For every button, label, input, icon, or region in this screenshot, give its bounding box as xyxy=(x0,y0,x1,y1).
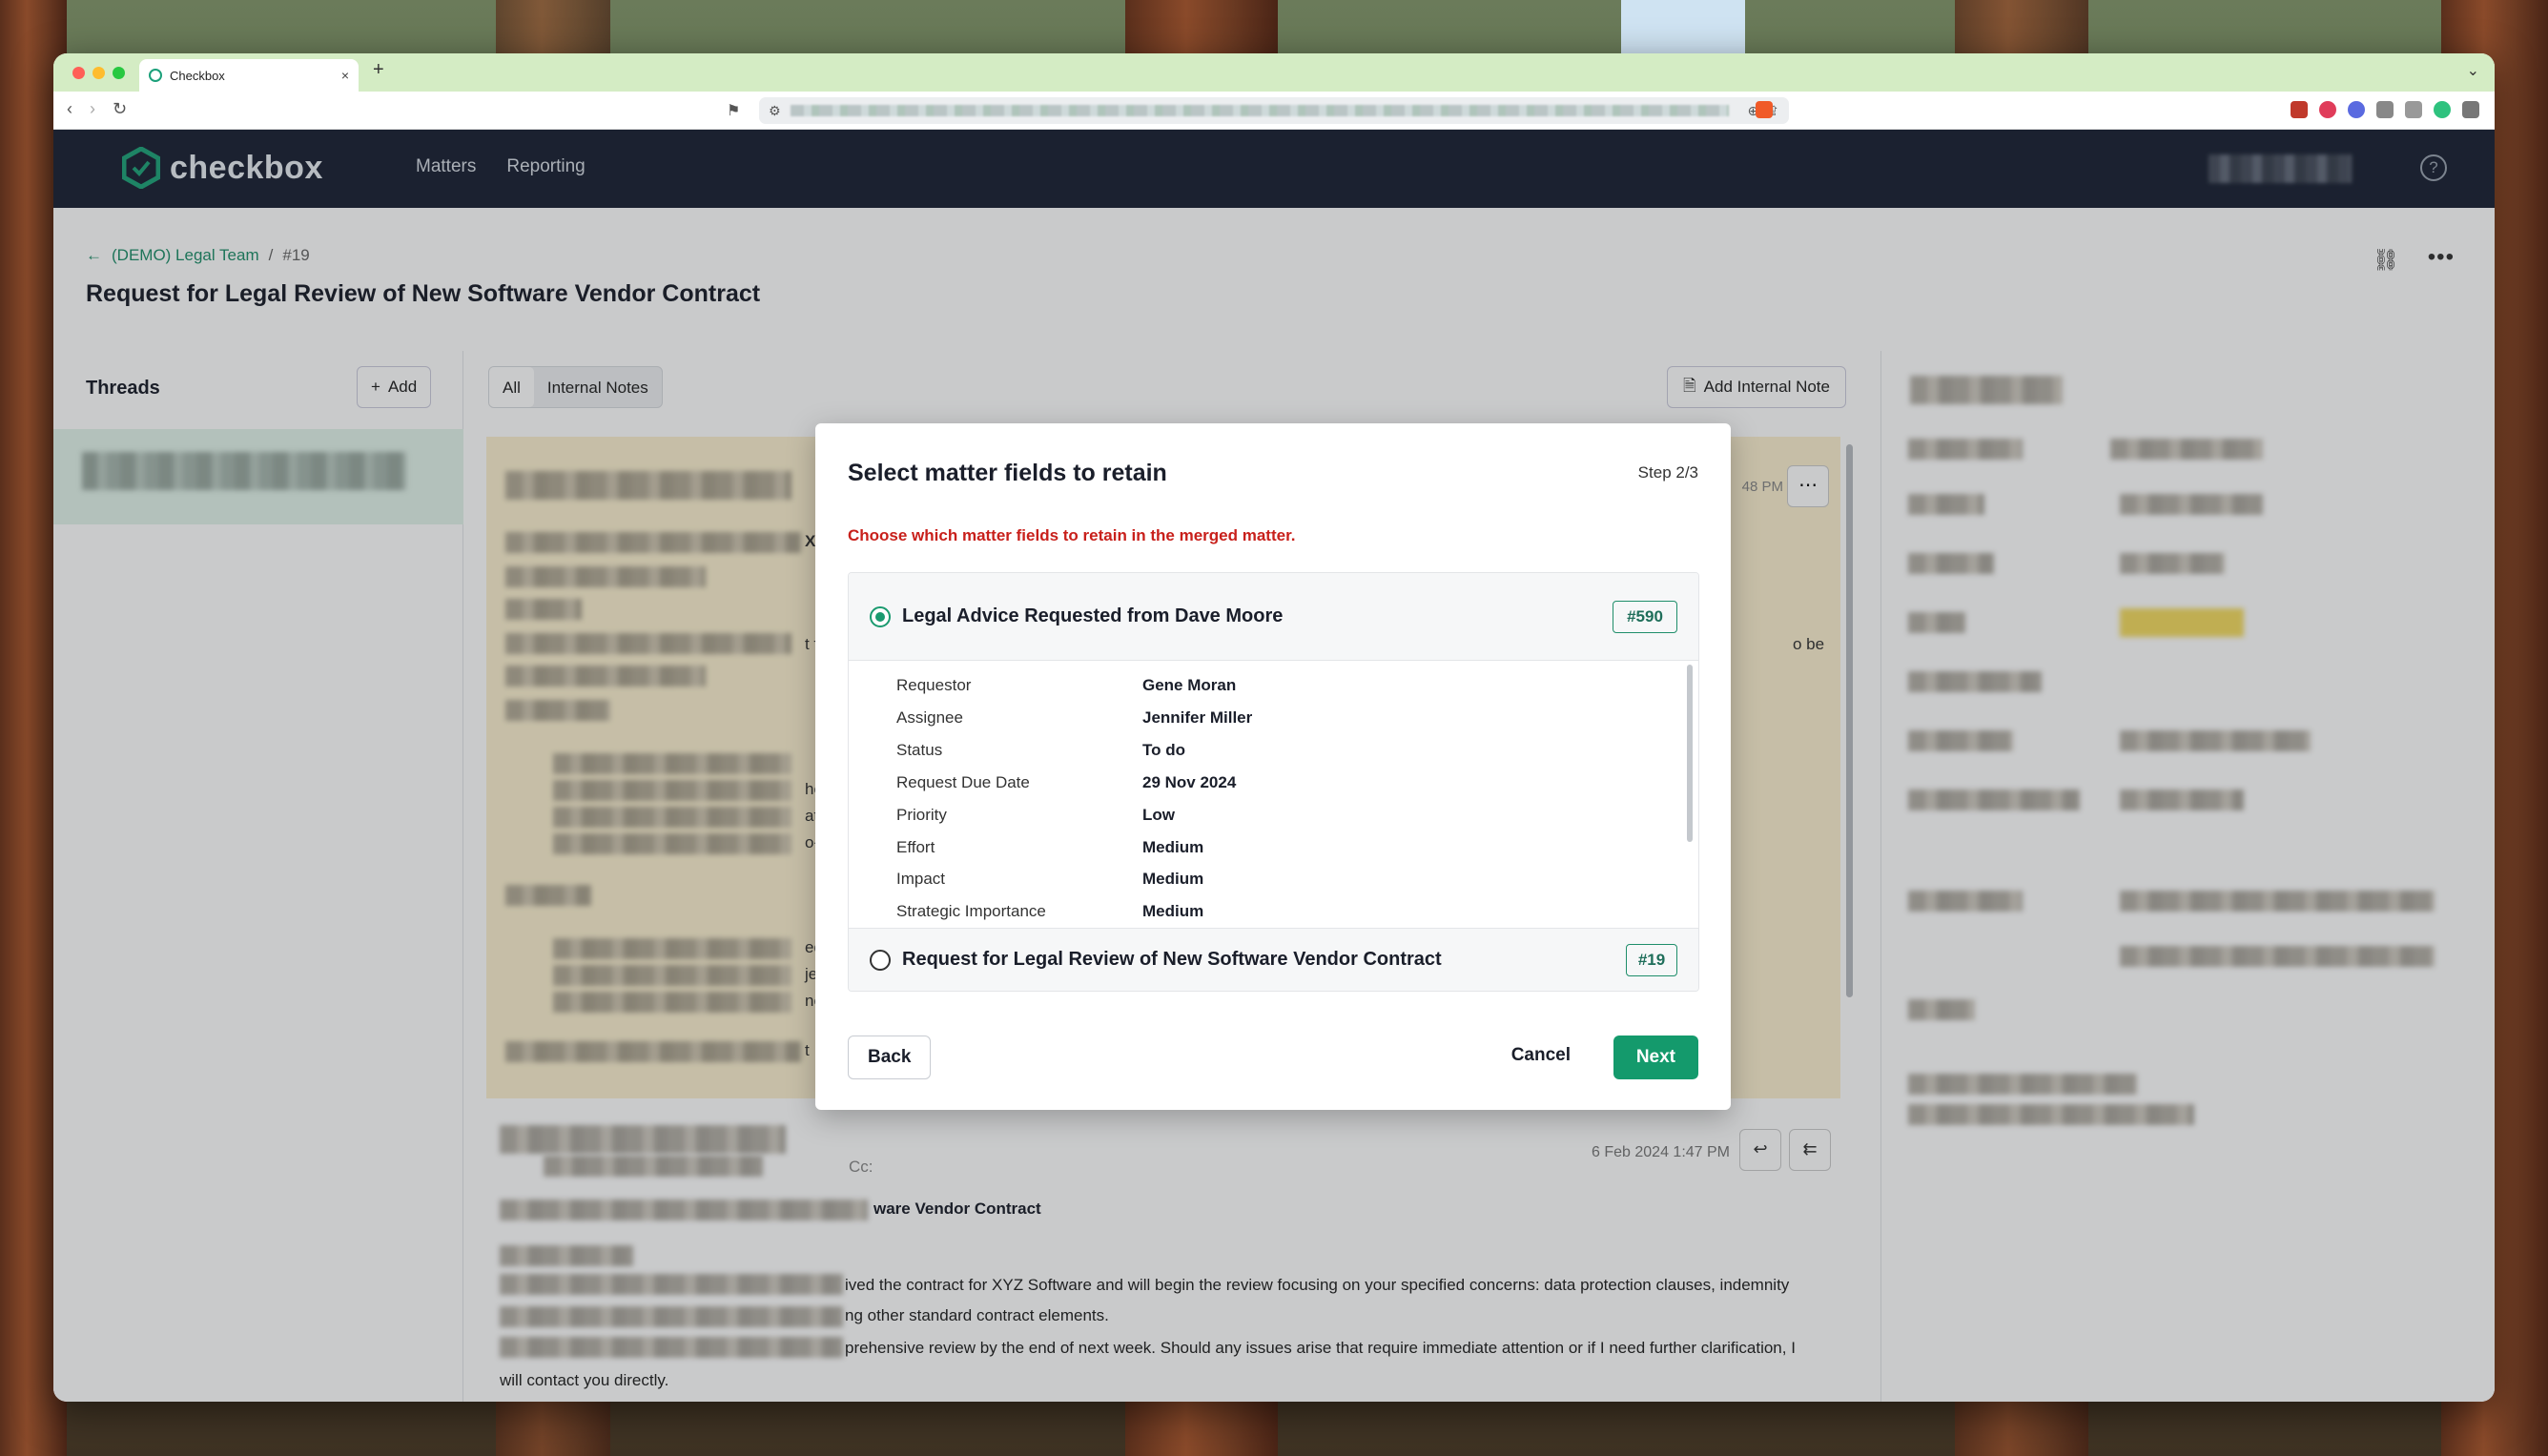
field-value: Medium xyxy=(1142,902,1204,920)
matter-badge: #590 xyxy=(1613,601,1677,633)
extension-badge-icon[interactable] xyxy=(2291,101,2308,118)
field-key: Effort xyxy=(896,838,935,856)
cancel-button[interactable]: Cancel xyxy=(1511,1045,1571,1066)
url-field[interactable]: ⚙ ⊕ ⇪ xyxy=(759,97,1789,124)
field-row: Strategic Importance Medium xyxy=(896,902,1203,928)
field-row: Requestor Gene Moran xyxy=(896,676,1236,708)
radio-option-590[interactable] xyxy=(870,606,891,627)
back-arrow-icon[interactable]: ‹ xyxy=(67,99,72,119)
modal-step-indicator: Step 2/3 xyxy=(1637,463,1698,482)
url-text-redacted xyxy=(790,105,1729,116)
matter-field-list[interactable]: Requestor Gene Moran Assignee Jennifer Mil… xyxy=(849,661,1698,928)
tab-close-icon[interactable]: × xyxy=(341,68,349,83)
field-row: Request Due Date 29 Nov 2024 xyxy=(896,773,1236,806)
field-value: Medium xyxy=(1142,870,1204,888)
field-value: 29 Nov 2024 xyxy=(1142,773,1237,791)
reload-icon[interactable]: ↻ xyxy=(113,99,127,119)
background-sky xyxy=(1621,0,1745,57)
modal-hint: Choose which matter fields to retain in … xyxy=(848,526,1296,544)
radio-option-19[interactable] xyxy=(870,950,891,971)
field-row: Priority Low xyxy=(896,806,1175,838)
forward-arrow-icon[interactable]: › xyxy=(90,99,95,119)
checkbox-favicon-icon xyxy=(149,69,162,82)
tab-title: Checkbox xyxy=(170,68,225,83)
next-button[interactable]: Next xyxy=(1613,1036,1698,1079)
extension-red-icon[interactable] xyxy=(2319,101,2336,118)
matter-option-19[interactable]: Request for Legal Review of New Software… xyxy=(849,928,1698,991)
field-list-scrollbar[interactable] xyxy=(1687,665,1693,842)
tab-list-chevron-icon[interactable]: ⌄ xyxy=(2467,61,2479,80)
option-label: Legal Advice Requested from Dave Moore xyxy=(902,605,1284,626)
option-label: Request for Legal Review of New Software… xyxy=(902,949,1442,970)
field-row: Effort Medium xyxy=(896,838,1203,871)
extension-puzzle-icon[interactable] xyxy=(2376,101,2394,118)
brave-shield-icon[interactable] xyxy=(1756,101,1773,118)
field-row: Assignee Jennifer Miller xyxy=(896,708,1252,741)
field-value: To do xyxy=(1142,741,1185,759)
field-key: Request Due Date xyxy=(896,773,1030,791)
field-value: Medium xyxy=(1142,838,1204,856)
browser-tab[interactable]: Checkbox × xyxy=(139,59,359,92)
field-key: Status xyxy=(896,741,943,759)
field-key: Assignee xyxy=(896,708,963,727)
window-controls xyxy=(72,67,125,79)
nav-buttons: ‹ › ↻ xyxy=(67,99,127,119)
back-button[interactable]: Back xyxy=(848,1036,932,1079)
merge-fields-modal: Select matter fields to retain Step 2/3 … xyxy=(815,423,1731,1110)
address-bar: ‹ › ↻ ⚑ ⚙ ⊕ ⇪ xyxy=(53,92,2495,130)
site-settings-icon[interactable]: ⚙ xyxy=(769,103,781,119)
field-key: Priority xyxy=(896,806,947,824)
field-value: Gene Moran xyxy=(1142,676,1237,694)
maximize-window-button[interactable] xyxy=(113,67,125,79)
matter-badge: #19 xyxy=(1626,944,1677,976)
extension-green-icon[interactable] xyxy=(2434,101,2451,118)
field-key: Impact xyxy=(896,870,946,888)
modal-title: Select matter fields to retain xyxy=(848,460,1167,486)
field-row: Impact Medium xyxy=(896,870,1203,902)
tab-bar: Checkbox × + ⌄ xyxy=(53,53,2495,92)
field-key: Strategic Importance xyxy=(896,902,1046,920)
new-tab-button[interactable]: + xyxy=(373,59,384,81)
field-value: Low xyxy=(1142,806,1175,824)
menu-icon[interactable] xyxy=(2462,101,2479,118)
extension-gear-icon[interactable] xyxy=(2348,101,2365,118)
extension-star-icon[interactable] xyxy=(2405,101,2422,118)
matter-option-590[interactable]: Legal Advice Requested from Dave Moore #… xyxy=(849,573,1698,661)
matter-options: Legal Advice Requested from Dave Moore #… xyxy=(848,572,1699,992)
extension-icons xyxy=(2291,101,2479,118)
bookmark-icon[interactable]: ⚑ xyxy=(727,101,740,120)
close-window-button[interactable] xyxy=(72,67,85,79)
field-value: Jennifer Miller xyxy=(1142,708,1253,727)
field-row: Status To do xyxy=(896,741,1185,773)
minimize-window-button[interactable] xyxy=(92,67,105,79)
field-key: Requestor xyxy=(896,676,972,694)
